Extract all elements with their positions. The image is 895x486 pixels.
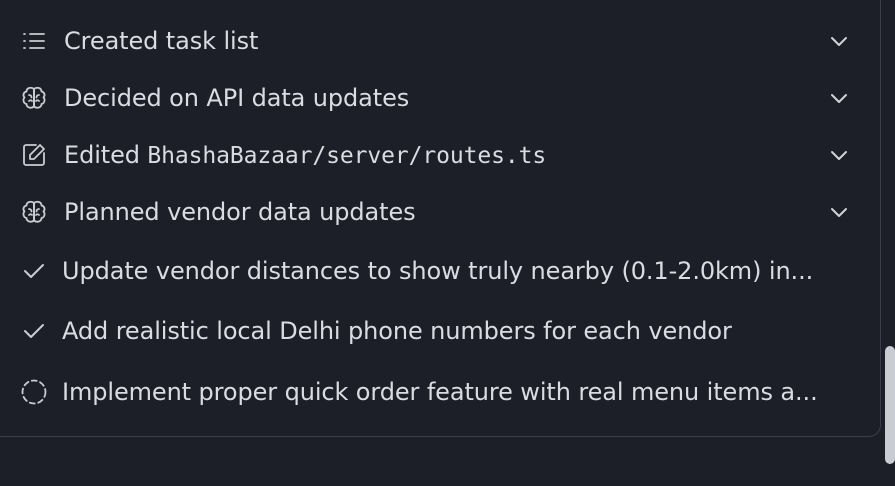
- task-item-pending: Implement proper quick order feature wit…: [0, 372, 870, 412]
- activity-item-file-edit[interactable]: Edited BhashaBazaar/server/routes.ts: [0, 135, 870, 175]
- activity-item-plan[interactable]: Planned vendor data updates: [0, 192, 870, 232]
- task-label: Implement proper quick order feature wit…: [62, 378, 818, 406]
- activity-item-label: Planned vendor data updates: [64, 198, 416, 226]
- chevron-down-icon[interactable]: [826, 199, 852, 225]
- activity-item-decision[interactable]: Decided on API data updates: [0, 78, 870, 118]
- scrollbar-thumb[interactable]: [885, 346, 895, 464]
- task-item-completed: Update vendor distances to show truly ne…: [0, 251, 870, 291]
- brain-icon: [20, 198, 48, 226]
- check-icon: [20, 317, 48, 345]
- edit-prefix: Edited: [64, 141, 148, 169]
- edit-icon: [20, 141, 48, 169]
- brain-icon: [20, 84, 48, 112]
- dashed-circle-icon: [20, 378, 48, 406]
- list-icon: [20, 27, 48, 55]
- task-label: Update vendor distances to show truly ne…: [62, 257, 814, 285]
- activity-item-label: Created task list: [64, 27, 259, 55]
- chevron-down-icon[interactable]: [826, 142, 852, 168]
- file-path[interactable]: BhashaBazaar/server/routes.ts: [147, 143, 546, 169]
- activity-item-label: Decided on API data updates: [64, 84, 410, 112]
- chevron-down-icon[interactable]: [826, 85, 852, 111]
- task-label: Add realistic local Delhi phone numbers …: [62, 317, 732, 345]
- check-icon: [20, 257, 48, 285]
- activity-item-label: Edited BhashaBazaar/server/routes.ts: [64, 141, 546, 169]
- task-item-completed: Add realistic local Delhi phone numbers …: [0, 311, 870, 351]
- activity-item-task-list[interactable]: Created task list: [0, 21, 870, 61]
- chevron-down-icon[interactable]: [826, 28, 852, 54]
